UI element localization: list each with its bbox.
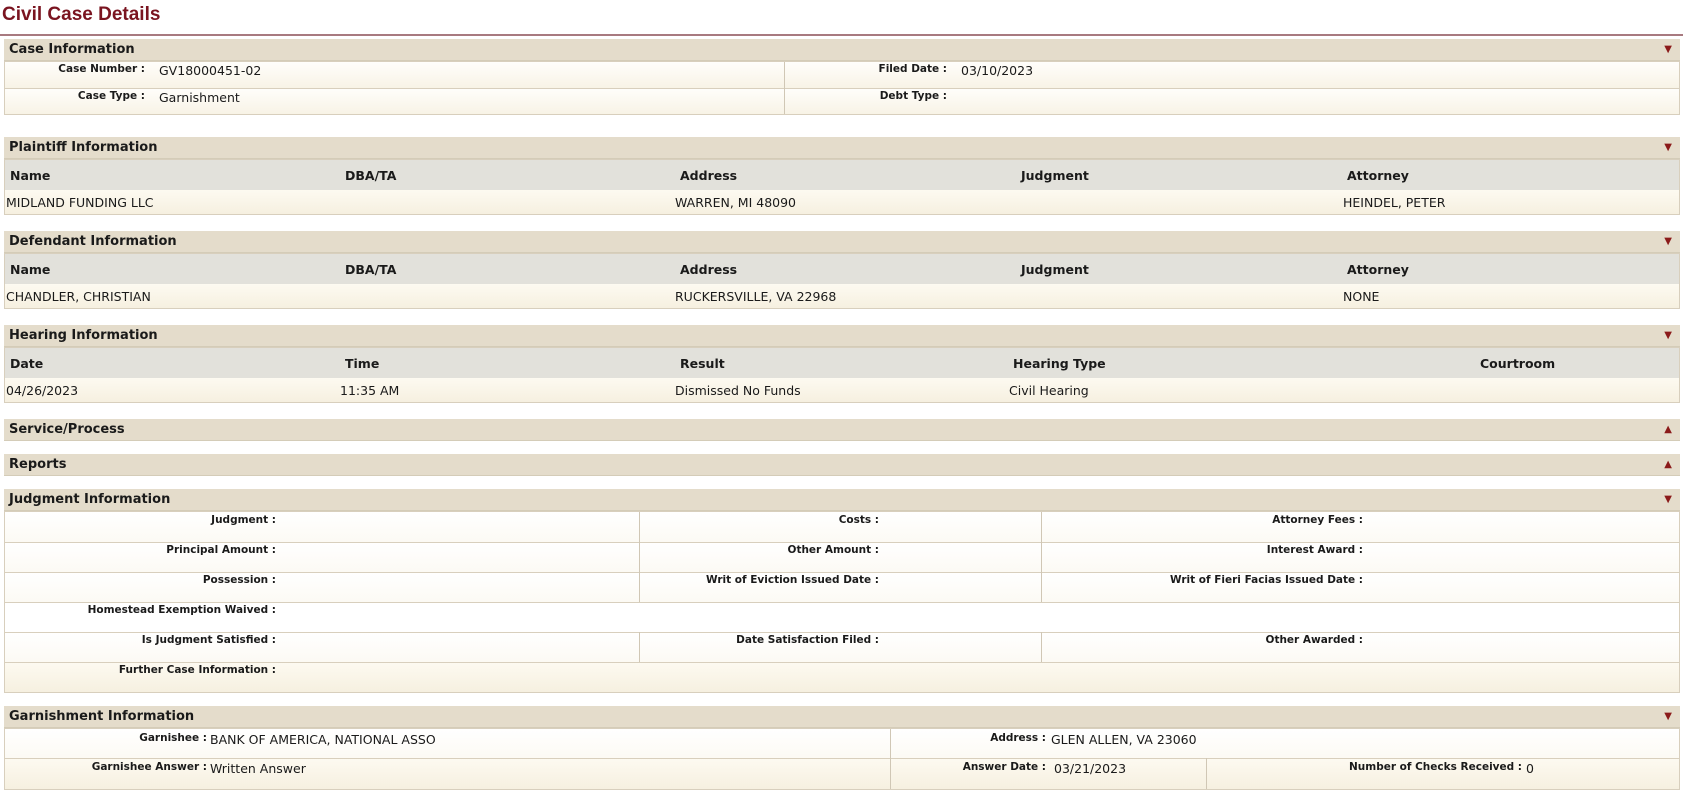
collapse-arrow-icon[interactable]: ▼: [1664, 706, 1672, 728]
column-header: Courtroom: [1480, 356, 1556, 371]
table-cell: Dismissed No Funds: [675, 383, 801, 398]
collapse-arrow-icon[interactable]: ▼: [1664, 137, 1672, 159]
case-information-panel: Case Number : GV18000451-02 Filed Date :…: [4, 61, 1680, 115]
collapse-arrow-icon[interactable]: ▼: [1664, 39, 1672, 61]
other-awarded-label: Other Awarded :: [1265, 634, 1363, 646]
column-header: Attorney: [1347, 262, 1409, 277]
column-header: Attorney: [1347, 168, 1409, 183]
section-title: Garnishment Information: [9, 709, 195, 724]
table-header: Name DBA/TA Address Judgment Attorney: [5, 160, 1679, 191]
principal-amount-label: Principal Amount :: [166, 544, 276, 556]
section-title: Reports: [9, 457, 67, 472]
date-satisfaction-filed-label: Date Satisfaction Filed :: [736, 634, 879, 646]
case-number-label: Case Number :: [58, 63, 145, 75]
garnishment-panel: Garnishee : BANK OF AMERICA, NATIONAL AS…: [4, 728, 1680, 790]
column-header: Judgment: [1021, 168, 1089, 183]
hearing-table: Date Time Result Hearing Type Courtroom …: [4, 347, 1680, 403]
case-information-header[interactable]: Case Information ▼: [4, 39, 1680, 61]
judgment-information-header[interactable]: Judgment Information ▼: [4, 489, 1680, 511]
table-cell: HEINDEL, PETER: [1343, 195, 1446, 210]
costs-label: Costs :: [838, 514, 879, 526]
column-header: Result: [680, 356, 725, 371]
table-row: 04/26/2023 11:35 AM Dismissed No Funds C…: [5, 378, 1679, 402]
column-header: DBA/TA: [345, 262, 397, 277]
checks-received-value: 0: [1526, 761, 1534, 776]
table-cell: 04/26/2023: [6, 383, 79, 398]
expand-arrow-icon[interactable]: ▲: [1664, 419, 1672, 441]
defendant-information-header[interactable]: Defendant Information ▼: [4, 231, 1680, 253]
table-header: Name DBA/TA Address Judgment Attorney: [5, 254, 1679, 285]
checks-received-label: Number of Checks Received :: [1348, 761, 1522, 773]
table-cell: NONE: [1343, 289, 1380, 304]
section-title: Plaintiff Information: [9, 140, 158, 155]
table-cell: CHANDLER, CHRISTIAN: [6, 289, 151, 304]
attorney-fees-label: Attorney Fees :: [1272, 514, 1363, 526]
column-header: Hearing Type: [1013, 356, 1106, 371]
case-type-label: Case Type :: [77, 90, 145, 102]
section-title: Hearing Information: [9, 328, 158, 343]
column-header: Judgment: [1021, 262, 1089, 277]
filed-date-value: 03/10/2023: [961, 63, 1034, 78]
section-title: Case Information: [9, 42, 135, 57]
further-case-information-label: Further Case Information :: [118, 664, 276, 676]
other-amount-label: Other Amount :: [787, 544, 879, 556]
judgment-panel: Judgment : Costs : Attorney Fees : Princ…: [4, 511, 1680, 693]
column-header: Time: [345, 356, 380, 371]
column-header: Name: [10, 168, 51, 183]
column-header: DBA/TA: [345, 168, 397, 183]
interest-award-label: Interest Award :: [1266, 544, 1363, 556]
homestead-exemption-label: Homestead Exemption Waived :: [87, 604, 276, 616]
garnishee-answer-value: Written Answer: [210, 761, 306, 776]
title-divider: [0, 34, 1683, 36]
table-header: Date Time Result Hearing Type Courtroom: [5, 348, 1679, 379]
service-process-header[interactable]: Service/Process ▲: [4, 419, 1680, 441]
garnishee-answer-label: Garnishee Answer :: [91, 761, 207, 773]
case-type-value: Garnishment: [159, 90, 240, 105]
column-header: Date: [10, 356, 44, 371]
column-header: Address: [680, 168, 738, 183]
collapse-arrow-icon[interactable]: ▼: [1664, 325, 1672, 347]
collapse-arrow-icon[interactable]: ▼: [1664, 231, 1672, 253]
garnishee-label: Garnishee :: [139, 732, 207, 744]
reports-header[interactable]: Reports ▲: [4, 454, 1680, 476]
column-header: Name: [10, 262, 51, 277]
section-title: Defendant Information: [9, 234, 177, 249]
collapse-arrow-icon[interactable]: ▼: [1664, 489, 1672, 511]
table-row: MIDLAND FUNDING LLC WARREN, MI 48090 HEI…: [5, 190, 1679, 214]
table-cell: Civil Hearing: [1009, 383, 1089, 398]
hearing-information-header[interactable]: Hearing Information ▼: [4, 325, 1680, 347]
filed-date-label: Filed Date :: [878, 63, 947, 75]
answer-date-value: 03/21/2023: [1054, 761, 1127, 776]
table-cell: WARREN, MI 48090: [675, 195, 797, 210]
page-title: Civil Case Details: [2, 4, 161, 25]
judgment-satisfied-label: Is Judgment Satisfied :: [141, 634, 276, 646]
defendant-table: Name DBA/TA Address Judgment Attorney CH…: [4, 253, 1680, 309]
section-title: Service/Process: [9, 422, 125, 437]
judgment-label: Judgment :: [211, 514, 276, 526]
writ-of-fieri-facias-label: Writ of Fieri Facias Issued Date :: [1169, 574, 1363, 586]
possession-label: Possession :: [202, 574, 276, 586]
writ-of-eviction-label: Writ of Eviction Issued Date :: [705, 574, 879, 586]
section-title: Judgment Information: [9, 492, 171, 507]
case-number-value: GV18000451-02: [159, 63, 262, 78]
garnishee-value: BANK OF AMERICA, NATIONAL ASSO: [210, 732, 436, 747]
address-label: Address :: [990, 732, 1046, 744]
table-cell: 11:35 AM: [340, 383, 400, 398]
debt-type-label: Debt Type :: [879, 90, 947, 102]
table-row: CHANDLER, CHRISTIAN RUCKERSVILLE, VA 229…: [5, 284, 1679, 308]
answer-date-label: Answer Date :: [962, 761, 1046, 773]
address-value: GLEN ALLEN, VA 23060: [1051, 732, 1197, 747]
expand-arrow-icon[interactable]: ▲: [1664, 454, 1672, 476]
table-cell: RUCKERSVILLE, VA 22968: [675, 289, 837, 304]
plaintiff-table: Name DBA/TA Address Judgment Attorney MI…: [4, 159, 1680, 215]
garnishment-information-header[interactable]: Garnishment Information ▼: [4, 706, 1680, 728]
plaintiff-information-header[interactable]: Plaintiff Information ▼: [4, 137, 1680, 159]
column-header: Address: [680, 262, 738, 277]
table-cell: MIDLAND FUNDING LLC: [6, 195, 154, 210]
